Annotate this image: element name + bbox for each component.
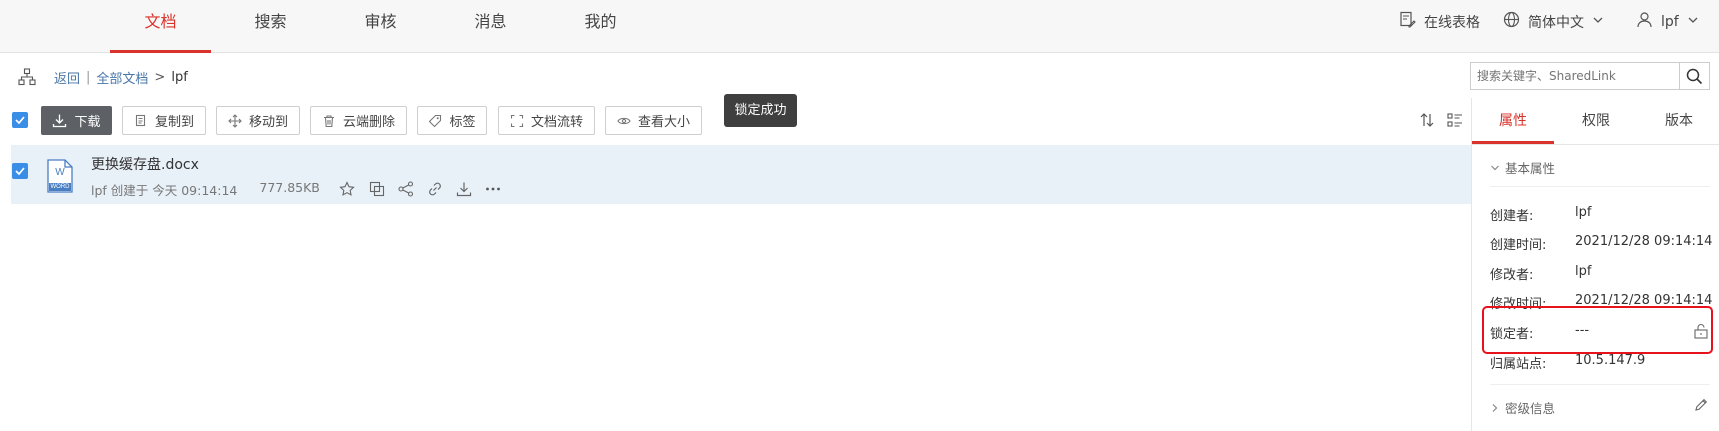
copy-to-button[interactable]: 复制到 bbox=[122, 106, 206, 135]
tab-review[interactable]: 审核 bbox=[330, 0, 431, 53]
file-creator-info: lpf 创建于 今天 09:14:14 bbox=[91, 183, 238, 198]
tags-label: 标签 bbox=[449, 115, 476, 130]
flow-icon bbox=[510, 114, 524, 128]
prop-value-site: 10.5.147.9 bbox=[1575, 353, 1646, 368]
prop-value-created-time: 2021/12/28 09:14:14 bbox=[1575, 234, 1713, 249]
chevron-down-icon bbox=[1687, 14, 1699, 30]
doc-flow-label: 文档流转 bbox=[530, 115, 583, 130]
word-icon-label: WORD bbox=[50, 184, 70, 190]
word-icon-letter: W bbox=[55, 167, 65, 178]
move-to-label: 移动到 bbox=[248, 115, 288, 130]
sheet-edit-icon bbox=[1399, 11, 1416, 32]
view-size-button[interactable]: 查看大小 bbox=[605, 106, 702, 135]
tab-versions[interactable]: 版本 bbox=[1638, 98, 1719, 144]
prop-label-site: 归属站点: bbox=[1490, 357, 1547, 372]
share-icon[interactable] bbox=[397, 180, 415, 198]
section-divider bbox=[1490, 384, 1710, 385]
breadcrumb-all-docs[interactable]: 全部文档 bbox=[96, 68, 148, 87]
more-icon[interactable] bbox=[484, 180, 502, 198]
online-sheet-label: 在线表格 bbox=[1424, 14, 1480, 31]
list-view-icon[interactable] bbox=[1446, 111, 1464, 129]
breadcrumb: 返回 | 全部文档 > lpf bbox=[18, 66, 188, 88]
secret-level-title: 密级信息 bbox=[1505, 401, 1556, 416]
language-label: 简体中文 bbox=[1528, 14, 1584, 31]
tab-permissions[interactable]: 权限 bbox=[1554, 98, 1638, 144]
org-tree-icon[interactable] bbox=[18, 68, 36, 86]
user-menu[interactable]: lpf bbox=[1636, 0, 1699, 43]
tag-icon bbox=[428, 114, 442, 128]
copy-icon bbox=[134, 114, 148, 128]
edit-pencil-icon[interactable] bbox=[1693, 397, 1709, 413]
tab-messages[interactable]: 消息 bbox=[440, 0, 541, 53]
download-icon bbox=[52, 113, 67, 128]
search-input[interactable] bbox=[1470, 62, 1680, 90]
breadcrumb-current: lpf bbox=[171, 69, 188, 85]
select-all-checkbox[interactable] bbox=[12, 112, 28, 128]
check-icon bbox=[15, 116, 25, 125]
prop-label-created-time: 创建时间: bbox=[1490, 238, 1547, 253]
word-file-icon: W WORD bbox=[46, 159, 74, 193]
basic-properties-section[interactable]: 基本属性 bbox=[1490, 158, 1555, 177]
breadcrumb-back[interactable]: 返回 bbox=[54, 68, 80, 87]
locker-highlight-callout bbox=[1482, 306, 1713, 354]
tab-documents[interactable]: 文档 bbox=[110, 0, 211, 53]
sort-icon[interactable] bbox=[1418, 111, 1436, 129]
globe-icon bbox=[1503, 11, 1520, 32]
properties-panel: 属性 权限 版本 基本属性 创建者: lpf 创建时间: 2021/12/28 … bbox=[1471, 98, 1719, 431]
user-icon bbox=[1636, 11, 1653, 32]
move-icon bbox=[228, 113, 242, 128]
lock-success-toast: 锁定成功 bbox=[724, 94, 797, 127]
secret-level-section[interactable]: 密级信息 bbox=[1490, 398, 1555, 417]
view-size-label: 查看大小 bbox=[637, 115, 690, 130]
check-icon bbox=[15, 167, 25, 176]
chevron-right-icon bbox=[1490, 403, 1500, 413]
user-name: lpf bbox=[1661, 13, 1679, 30]
breadcrumb-arrow: > bbox=[154, 69, 166, 85]
star-icon[interactable] bbox=[338, 180, 356, 198]
chevron-down-icon bbox=[1490, 163, 1500, 173]
download-label: 下载 bbox=[74, 115, 101, 130]
search-button[interactable] bbox=[1680, 62, 1710, 90]
cloud-delete-label: 云端删除 bbox=[342, 115, 395, 130]
copy-to-label: 复制到 bbox=[154, 115, 194, 130]
eye-icon bbox=[617, 114, 631, 128]
language-selector[interactable]: 简体中文 bbox=[1503, 0, 1604, 43]
tags-button[interactable]: 标签 bbox=[417, 106, 487, 135]
tab-mine[interactable]: 我的 bbox=[550, 0, 651, 53]
online-sheet-link[interactable]: 在线表格 bbox=[1399, 0, 1480, 43]
file-meta: lpf 创建于 今天 09:14:14 777.85KB bbox=[91, 180, 320, 199]
copy-icon[interactable] bbox=[368, 180, 386, 198]
link-icon[interactable] bbox=[426, 180, 444, 198]
download-button[interactable]: 下载 bbox=[41, 106, 112, 135]
search-icon bbox=[1686, 68, 1703, 85]
cloud-delete-button[interactable]: 云端删除 bbox=[310, 106, 407, 135]
tab-properties[interactable]: 属性 bbox=[1472, 98, 1554, 144]
file-checkbox[interactable] bbox=[12, 163, 28, 179]
top-nav-bar: 文档 搜索 审核 消息 我的 在线表格 简体中文 lpf bbox=[0, 0, 1719, 53]
prop-value-creator: lpf bbox=[1575, 205, 1592, 220]
prop-label-modifier: 修改者: bbox=[1490, 268, 1534, 283]
breadcrumb-divider: | bbox=[86, 69, 91, 85]
section-divider bbox=[1490, 186, 1710, 187]
download-icon[interactable] bbox=[455, 180, 473, 198]
prop-label-creator: 创建者: bbox=[1490, 209, 1534, 224]
doc-flow-button[interactable]: 文档流转 bbox=[498, 106, 595, 135]
tab-search[interactable]: 搜索 bbox=[220, 0, 321, 53]
prop-value-modifier: lpf bbox=[1575, 264, 1592, 279]
chevron-down-icon bbox=[1592, 14, 1604, 30]
panel-tab-divider bbox=[1472, 144, 1719, 145]
move-to-button[interactable]: 移动到 bbox=[216, 106, 300, 135]
file-name[interactable]: 更换缓存盘.docx bbox=[91, 154, 199, 174]
basic-properties-title: 基本属性 bbox=[1505, 161, 1556, 176]
file-size: 777.85KB bbox=[259, 180, 320, 195]
trash-icon bbox=[322, 114, 336, 128]
